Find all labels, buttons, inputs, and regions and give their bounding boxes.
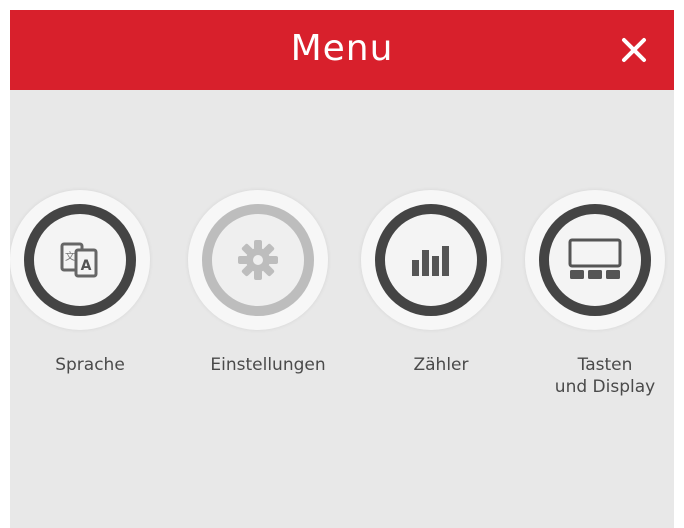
svg-text:文: 文 [65, 250, 75, 263]
menu-item-label: Sprache [10, 354, 170, 376]
menu-header: Menu [10, 10, 674, 90]
close-button[interactable] [612, 28, 656, 72]
menu-item-circle [375, 204, 487, 316]
page-title: Menu [290, 28, 394, 69]
menu-item-label-line2: und Display [554, 377, 656, 397]
menu-item-circle [539, 204, 651, 316]
menu-item-tasten-und-display[interactable]: Tasten und Display [515, 190, 674, 430]
display-keys-icon [568, 238, 622, 279]
menu-item-circle: A 文 [24, 204, 136, 316]
menu-item-label-line1: Einstellungen [210, 355, 326, 375]
menu-item-label: Tasten und Display [525, 354, 674, 398]
menu-item-label-line1: Tasten [577, 355, 633, 375]
menu-item-zaehler[interactable]: Zähler [351, 190, 511, 430]
bar-chart-icon [412, 246, 449, 276]
menu-item-label-line1: Zähler [413, 355, 469, 375]
gear-icon [238, 240, 278, 280]
menu-item-sprache[interactable]: A 文 Sprache [10, 190, 160, 430]
menu-item-label: Einstellungen [188, 354, 348, 376]
menu-item-einstellungen[interactable]: Einstellungen [178, 190, 338, 430]
close-icon [622, 38, 646, 62]
menu-window: Menu A 文 Sprache Einstellungen Zähler Ta… [10, 10, 674, 528]
svg-text:A: A [81, 258, 92, 274]
menu-item-circle [202, 204, 314, 316]
menu-item-label-line1: Sprache [55, 355, 125, 375]
menu-item-label: Zähler [361, 354, 521, 376]
language-icon: A 文 [60, 242, 98, 278]
